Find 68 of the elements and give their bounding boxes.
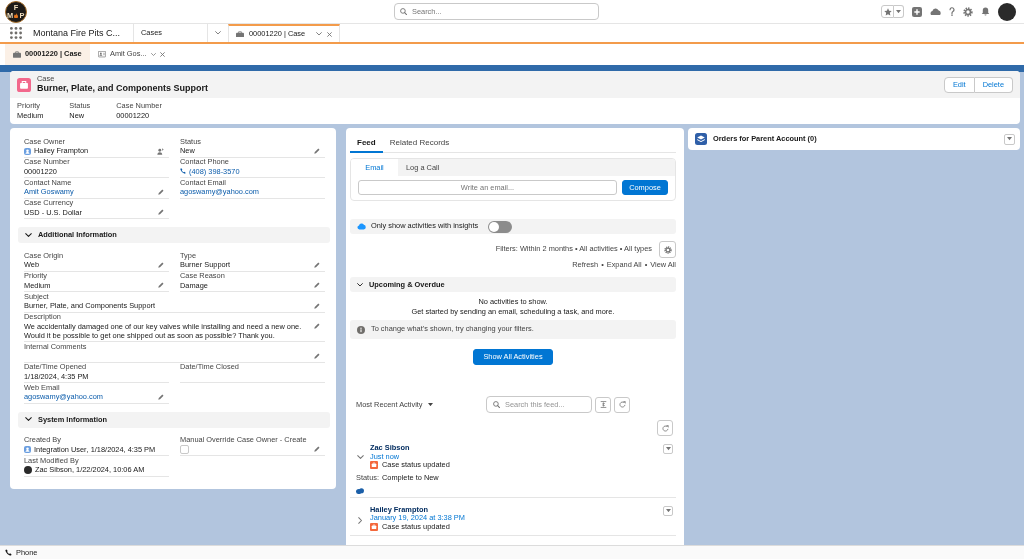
chevron-down-icon[interactable] <box>316 32 322 36</box>
contact-card-icon <box>98 51 106 58</box>
pencil-icon[interactable] <box>314 282 320 288</box>
checkbox[interactable] <box>180 444 189 454</box>
refresh-icon <box>618 401 626 408</box>
avatar <box>24 465 32 474</box>
search-icon <box>493 401 500 408</box>
close-icon[interactable] <box>327 31 332 37</box>
close-icon[interactable] <box>159 52 165 57</box>
star-icon <box>883 7 892 16</box>
refresh-icon <box>661 424 669 432</box>
caret-icon <box>665 509 671 513</box>
chevron-right-icon[interactable] <box>357 516 363 524</box>
user-icon <box>24 446 31 453</box>
case-icon <box>370 461 378 470</box>
caret-icon <box>665 447 671 451</box>
pencil-icon[interactable] <box>314 323 320 329</box>
add-icon[interactable] <box>912 6 922 17</box>
caret-icon <box>427 402 433 407</box>
app-launcher-icon[interactable] <box>10 27 22 39</box>
cloud-icon[interactable] <box>930 7 941 16</box>
pencil-icon[interactable] <box>314 302 320 309</box>
row-menu-button[interactable] <box>663 444 673 454</box>
settings-icon[interactable] <box>963 6 973 17</box>
info-icon <box>357 325 365 334</box>
avatar[interactable] <box>998 2 1016 21</box>
caret-icon <box>896 9 901 14</box>
case-icon <box>17 77 31 92</box>
phone-icon <box>5 549 12 556</box>
filter-settings-button[interactable] <box>659 241 676 258</box>
record-title: Burner, Plate, and Components Support <box>37 83 208 94</box>
case-icon <box>370 523 378 532</box>
chevron-down-icon[interactable] <box>150 53 156 56</box>
briefcase-icon <box>13 51 21 58</box>
insights-toggle[interactable] <box>488 220 513 233</box>
arrows-icon <box>599 401 607 408</box>
flame-icon <box>14 12 18 19</box>
chevron-down-icon[interactable] <box>356 455 364 460</box>
caret-icon <box>1007 137 1012 141</box>
help-icon[interactable] <box>949 7 955 16</box>
pencil-icon[interactable] <box>314 261 320 268</box>
feed-tab[interactable]: Feed <box>350 134 383 153</box>
layers-icon <box>695 133 707 145</box>
bell-icon[interactable] <box>981 7 990 16</box>
gear-icon <box>663 245 672 254</box>
cloud-icon <box>357 223 366 230</box>
pencil-icon[interactable] <box>158 282 164 288</box>
pencil-icon[interactable] <box>314 352 320 359</box>
pencil-icon[interactable] <box>314 147 320 154</box>
pencil-icon[interactable] <box>158 261 164 268</box>
chat-bubbles-icon[interactable] <box>356 487 364 494</box>
change-owner-icon[interactable] <box>157 147 164 155</box>
search-icon <box>400 8 407 15</box>
briefcase-icon <box>236 30 244 38</box>
collapse-button[interactable] <box>595 396 611 413</box>
favorite-button[interactable] <box>881 5 894 18</box>
pencil-icon[interactable] <box>314 446 320 452</box>
chevron-down-icon <box>215 31 221 35</box>
app-name: Montana Fire Pits C... <box>33 27 122 39</box>
row-menu-button[interactable] <box>663 505 673 516</box>
phone-icon <box>180 168 186 174</box>
feed-tab[interactable]: Related Records <box>382 134 457 153</box>
row-menu-button[interactable] <box>1004 133 1015 145</box>
pencil-icon[interactable] <box>158 209 164 215</box>
pencil-icon[interactable] <box>158 188 164 195</box>
favorites-menu-button[interactable] <box>894 5 904 18</box>
user-icon <box>24 147 31 155</box>
pencil-icon[interactable] <box>158 393 164 400</box>
